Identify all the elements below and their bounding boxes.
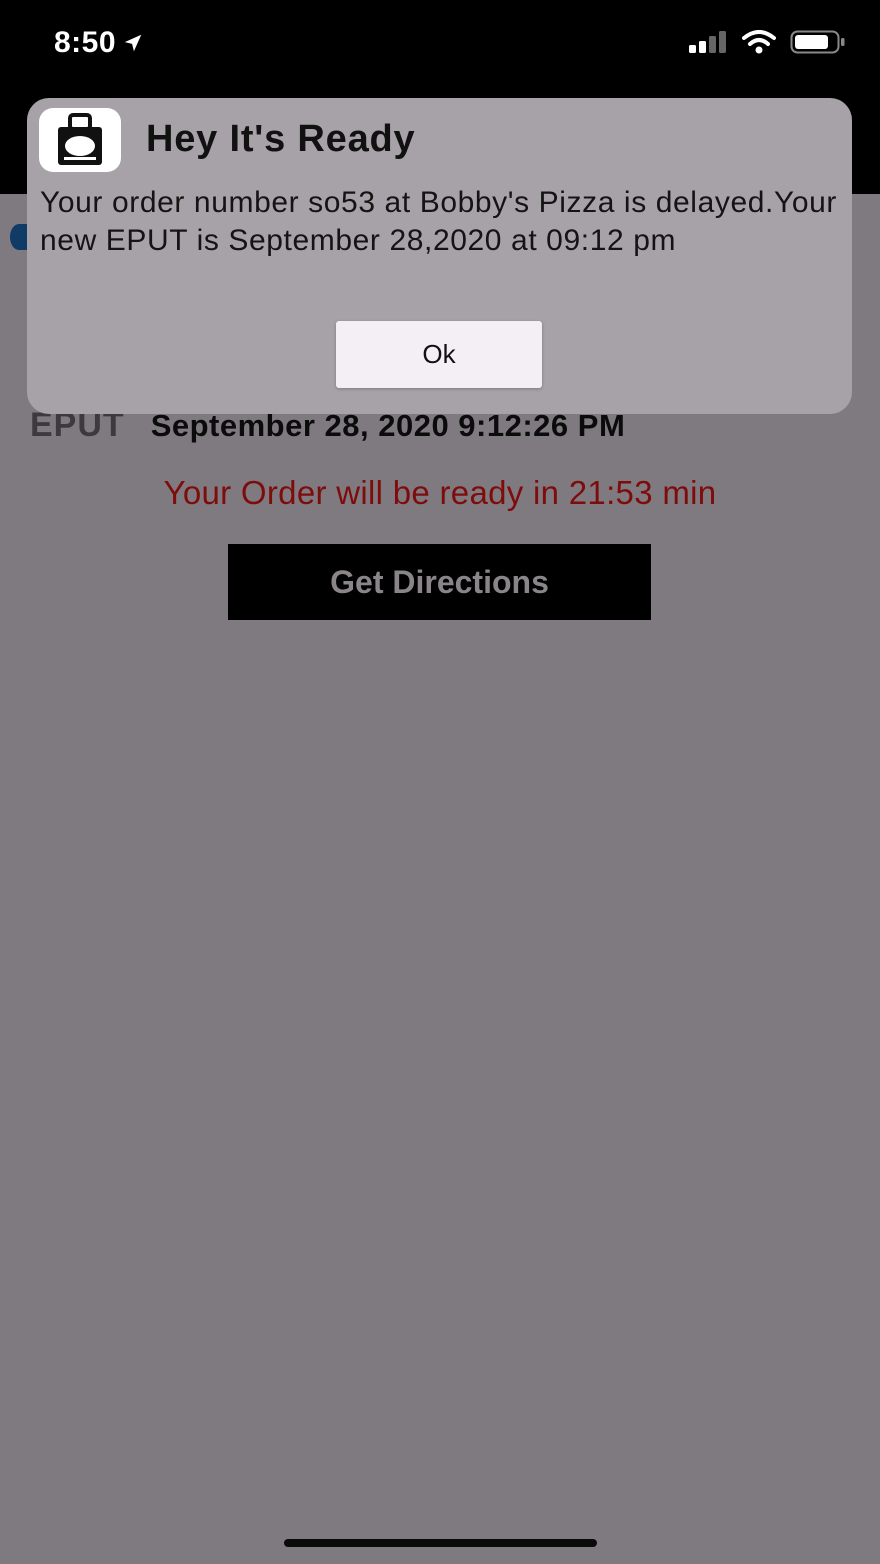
ok-button[interactable]: Ok bbox=[336, 321, 542, 388]
location-arrow-icon bbox=[124, 34, 142, 52]
dialog-message: Your order number so53 at Bobby's Pizza … bbox=[40, 186, 837, 257]
home-indicator[interactable] bbox=[284, 1539, 597, 1547]
status-time: 8:50 bbox=[54, 26, 144, 60]
wifi-icon bbox=[742, 30, 776, 54]
cellular-signal-icon bbox=[689, 31, 726, 53]
status-icons bbox=[688, 30, 846, 54]
order-ready-countdown: Your Order will be ready in 21:53 min bbox=[163, 474, 717, 511]
notification-dialog: Hey It's Ready Your order number so53 at… bbox=[27, 98, 852, 414]
battery-icon bbox=[790, 30, 845, 54]
dialog-title: Hey It's Ready bbox=[146, 118, 416, 160]
status-bar: 8:50 bbox=[0, 0, 880, 96]
status-time-text: 8:50 bbox=[54, 26, 117, 59]
hey-bag-logo-icon bbox=[39, 108, 121, 172]
back-button-fragment[interactable] bbox=[10, 224, 28, 250]
get-directions-button[interactable]: Get Directions bbox=[228, 544, 651, 620]
